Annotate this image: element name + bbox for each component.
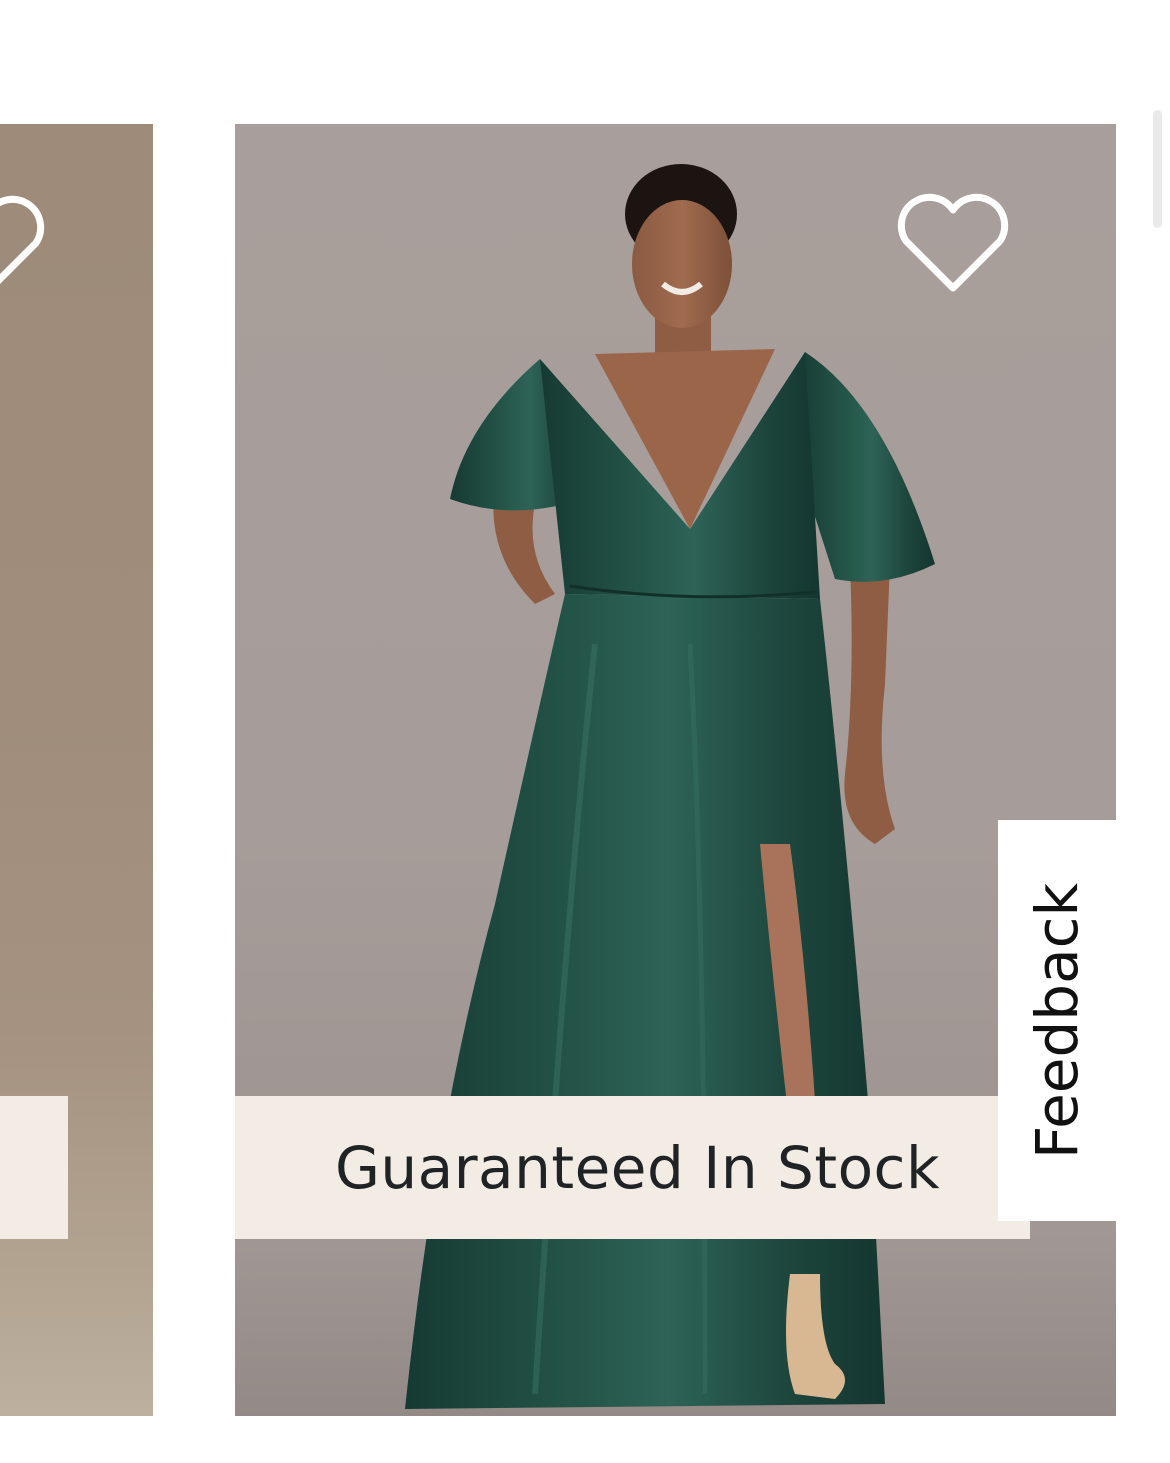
stock-badge-partial — [0, 1096, 68, 1239]
stock-badge-label: Guaranteed In Stock — [334, 1133, 941, 1202]
favorite-heart-icon[interactable] — [894, 192, 1012, 294]
product-carousel: Guaranteed In Stock Feedback — [0, 0, 1170, 1463]
stock-badge: Guaranteed In Stock — [235, 1096, 1030, 1239]
feedback-label: Feedback — [1023, 882, 1091, 1159]
scrollbar[interactable] — [1153, 110, 1162, 228]
feedback-button[interactable]: Feedback — [998, 820, 1116, 1221]
product-card[interactable]: Guaranteed In Stock — [235, 124, 1116, 1416]
product-card-previous[interactable] — [0, 124, 153, 1416]
favorite-heart-icon[interactable] — [0, 194, 48, 296]
